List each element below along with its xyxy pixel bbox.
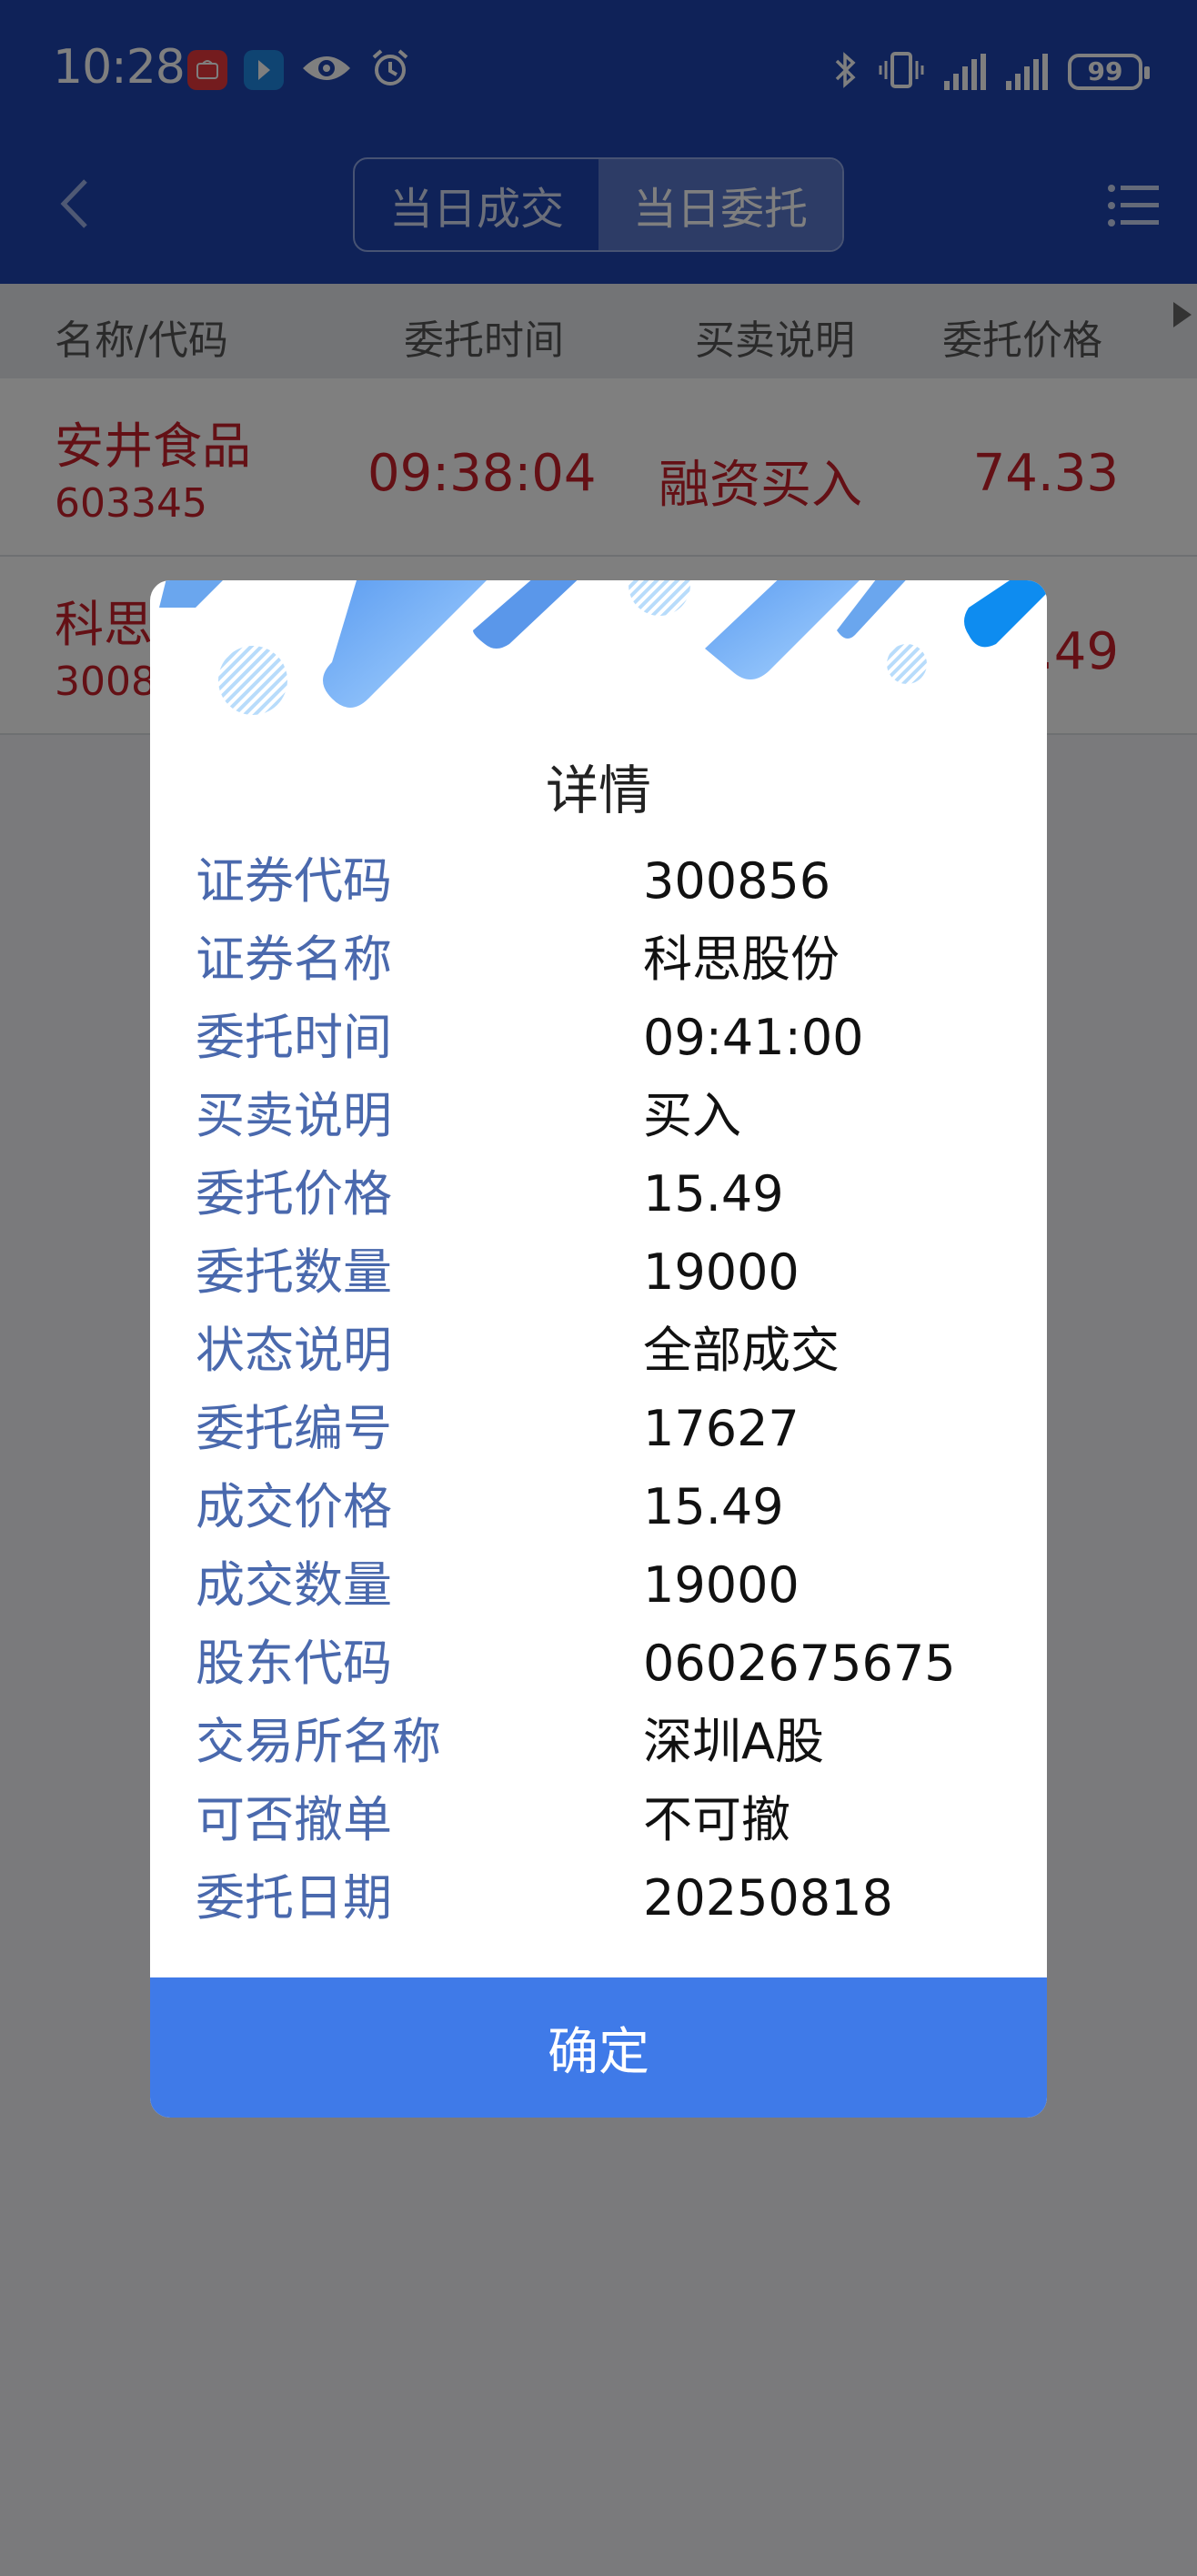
detail-row-order-time: 委托时间 09:41:00 bbox=[196, 1006, 1014, 1084]
detail-label: 委托日期 bbox=[196, 1869, 392, 1927]
detail-label: 买卖说明 bbox=[196, 1087, 392, 1144]
detail-row-security-name: 证券名称 科思股份 bbox=[196, 928, 1014, 1006]
detail-label: 委托数量 bbox=[196, 1243, 392, 1301]
detail-label: 股东代码 bbox=[196, 1635, 392, 1692]
dialog-header-decoration bbox=[159, 580, 1047, 715]
detail-value: 17627 bbox=[643, 1400, 800, 1457]
detail-value: 300856 bbox=[643, 852, 831, 910]
detail-row-order-number: 委托编号 17627 bbox=[196, 1397, 1014, 1475]
confirm-button[interactable]: 确定 bbox=[150, 1977, 1047, 2118]
detail-row-status: 状态说明 全部成交 bbox=[196, 1319, 1014, 1397]
detail-label: 成交数量 bbox=[196, 1556, 392, 1614]
detail-label: 委托价格 bbox=[196, 1165, 392, 1223]
detail-value: 15.49 bbox=[643, 1478, 784, 1535]
detail-value: 全部成交 bbox=[643, 1322, 840, 1379]
detail-value: 19000 bbox=[643, 1243, 800, 1301]
detail-row-order-price: 委托价格 15.49 bbox=[196, 1162, 1014, 1241]
detail-value: 不可撤 bbox=[643, 1791, 790, 1848]
detail-row-order-date: 委托日期 20250818 bbox=[196, 1867, 1014, 1945]
detail-value: 买入 bbox=[643, 1087, 741, 1144]
detail-label: 证券代码 bbox=[196, 852, 392, 910]
detail-value: 15.49 bbox=[643, 1165, 784, 1223]
detail-label: 证券名称 bbox=[196, 931, 392, 988]
detail-value: 09:41:00 bbox=[643, 1009, 864, 1066]
detail-row-order-quantity: 委托数量 19000 bbox=[196, 1241, 1014, 1319]
detail-label: 状态说明 bbox=[196, 1322, 392, 1379]
detail-label: 交易所名称 bbox=[196, 1713, 441, 1770]
detail-row-shareholder-code: 股东代码 0602675675 bbox=[196, 1632, 1014, 1710]
detail-label: 委托时间 bbox=[196, 1009, 392, 1066]
detail-label: 委托编号 bbox=[196, 1400, 392, 1457]
detail-row-exchange: 交易所名称 深圳A股 bbox=[196, 1710, 1014, 1788]
detail-row-security-code: 证券代码 300856 bbox=[196, 850, 1014, 928]
detail-list: 证券代码 300856 证券名称 科思股份 委托时间 09:41:00 买卖说明 买入 … bbox=[196, 850, 1014, 1945]
detail-value: 深圳A股 bbox=[643, 1713, 824, 1770]
detail-value: 19000 bbox=[643, 1556, 800, 1614]
detail-value: 科思股份 bbox=[643, 931, 840, 988]
detail-label: 成交价格 bbox=[196, 1478, 392, 1535]
detail-row-deal-price: 成交价格 15.49 bbox=[196, 1475, 1014, 1554]
detail-row-cancelable: 可否撤单 不可撤 bbox=[196, 1788, 1014, 1867]
detail-row-trade-note: 买卖说明 买入 bbox=[196, 1084, 1014, 1162]
detail-row-deal-quantity: 成交数量 19000 bbox=[196, 1554, 1014, 1632]
detail-dialog: 详情 证券代码 300856 证券名称 科思股份 委托时间 09:41:00 买卖说明… bbox=[150, 580, 1047, 2118]
detail-value: 20250818 bbox=[643, 1869, 893, 1927]
dialog-title: 详情 bbox=[545, 760, 651, 821]
detail-value: 0602675675 bbox=[643, 1635, 956, 1692]
detail-label: 可否撤单 bbox=[196, 1791, 392, 1848]
